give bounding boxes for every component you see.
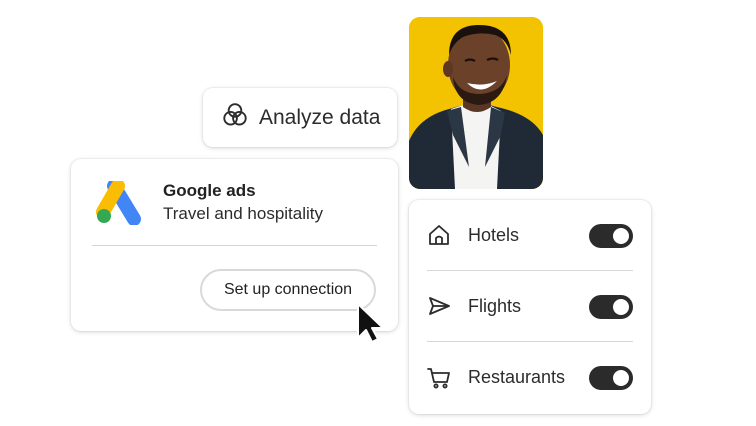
send-icon <box>427 294 451 318</box>
toggle-knob <box>613 228 629 244</box>
stage: Analyze data Google ads Travel and hospi… <box>0 0 756 426</box>
divider <box>92 245 377 246</box>
home-icon <box>427 223 451 247</box>
toggle-row-restaurants: Restaurants <box>427 342 633 413</box>
cart-icon <box>427 366 451 390</box>
toggle-label-flights: Flights <box>468 295 522 316</box>
mouse-cursor-icon <box>354 302 388 349</box>
toggle-row-hotels: Hotels <box>427 200 633 271</box>
person-photo <box>409 17 543 189</box>
toggle-knob <box>613 370 629 386</box>
toggle-flights[interactable] <box>589 295 633 319</box>
toggle-restaurants[interactable] <box>589 366 633 390</box>
set-up-connection-button[interactable]: Set up connection <box>200 269 376 311</box>
venn-diagram-icon <box>222 102 248 133</box>
toggle-knob <box>613 299 629 315</box>
google-ads-title: Google ads <box>163 181 256 200</box>
toggle-row-flights: Flights <box>427 271 633 342</box>
google-ads-card: Google ads Travel and hospitality Set up… <box>71 159 398 331</box>
toggle-label-hotels: Hotels <box>468 224 520 245</box>
analyze-data-chip[interactable]: Analyze data <box>203 88 397 147</box>
toggle-hotels[interactable] <box>589 224 633 248</box>
google-ads-logo <box>96 179 146 230</box>
categories-card: Hotels Flights Restaurants <box>409 200 651 414</box>
toggle-label-restaurants: Restaurants <box>468 367 566 387</box>
analyze-data-label: Analyze data <box>259 105 381 129</box>
google-ads-subtitle: Travel and hospitality <box>163 204 324 223</box>
